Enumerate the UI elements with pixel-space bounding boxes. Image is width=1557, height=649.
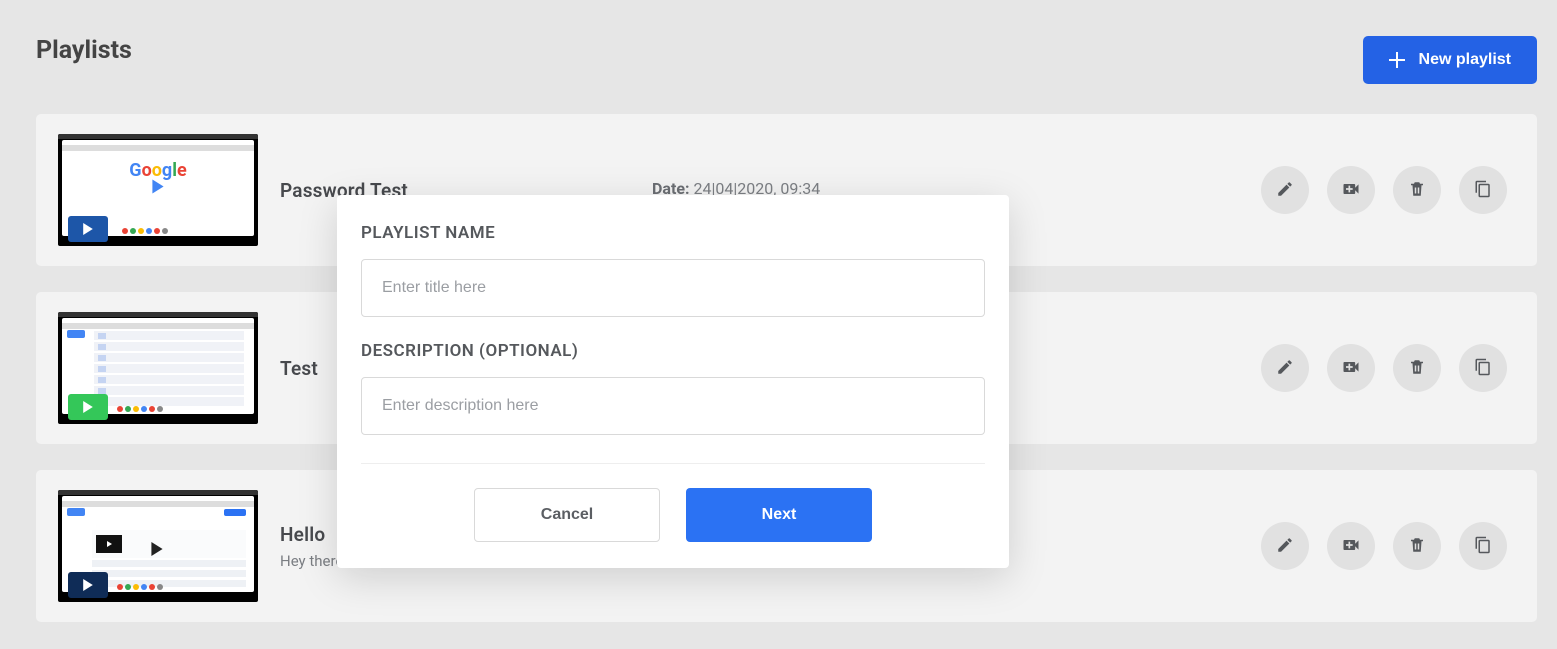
edit-button[interactable] (1261, 522, 1309, 570)
playlist-description-input[interactable] (361, 377, 985, 435)
new-playlist-button[interactable]: New playlist (1363, 36, 1537, 84)
copy-button[interactable] (1459, 166, 1507, 214)
cancel-button[interactable]: Cancel (474, 488, 660, 542)
page-title: Playlists (36, 36, 132, 65)
add-video-button[interactable] (1327, 522, 1375, 570)
pencil-icon (1276, 536, 1294, 557)
playlist-name-label: PLAYLIST NAME (361, 223, 985, 243)
play-icon (68, 394, 108, 420)
playlist-thumbnail[interactable] (58, 312, 258, 424)
delete-button[interactable] (1393, 522, 1441, 570)
trash-icon (1408, 180, 1426, 201)
copy-button[interactable] (1459, 522, 1507, 570)
play-icon (68, 216, 108, 242)
video-plus-icon (1341, 535, 1361, 558)
pencil-icon (1276, 358, 1294, 379)
trash-icon (1408, 358, 1426, 379)
play-icon (68, 572, 108, 598)
trash-icon (1408, 536, 1426, 557)
copy-icon (1474, 180, 1492, 201)
divider (361, 463, 985, 464)
next-button[interactable]: Next (686, 488, 872, 542)
playlist-thumbnail[interactable] (58, 490, 258, 602)
edit-button[interactable] (1261, 166, 1309, 214)
playlist-name-input[interactable] (361, 259, 985, 317)
video-plus-icon (1341, 357, 1361, 380)
copy-button[interactable] (1459, 344, 1507, 392)
playlist-thumbnail[interactable]: Google (58, 134, 258, 246)
delete-button[interactable] (1393, 344, 1441, 392)
copy-icon (1474, 358, 1492, 379)
edit-button[interactable] (1261, 344, 1309, 392)
video-plus-icon (1341, 179, 1361, 202)
add-video-button[interactable] (1327, 166, 1375, 214)
add-video-button[interactable] (1327, 344, 1375, 392)
plus-icon (1389, 52, 1405, 68)
copy-icon (1474, 536, 1492, 557)
new-playlist-modal: PLAYLIST NAME DESCRIPTION (OPTIONAL) Can… (337, 195, 1009, 568)
playlist-description-label: DESCRIPTION (OPTIONAL) (361, 341, 985, 361)
delete-button[interactable] (1393, 166, 1441, 214)
new-playlist-label: New playlist (1419, 51, 1511, 69)
pencil-icon (1276, 180, 1294, 201)
